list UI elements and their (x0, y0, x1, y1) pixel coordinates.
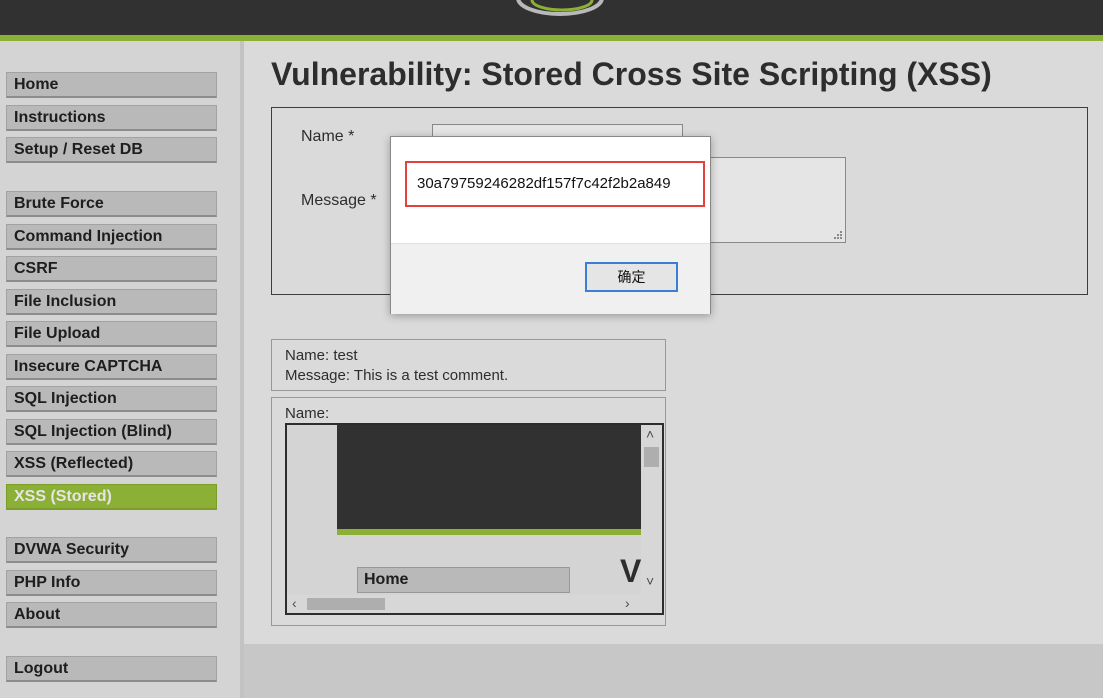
ok-button[interactable]: 确定 (585, 262, 678, 292)
modal-backdrop (0, 0, 1103, 698)
alert-content: 30a79759246282df157f7c42f2b2a849 (391, 137, 710, 243)
alert-dialog: 30a79759246282df157f7c42f2b2a849 确定 (390, 136, 711, 314)
alert-footer: 确定 (391, 243, 710, 314)
alert-message: 30a79759246282df157f7c42f2b2a849 (405, 161, 705, 207)
